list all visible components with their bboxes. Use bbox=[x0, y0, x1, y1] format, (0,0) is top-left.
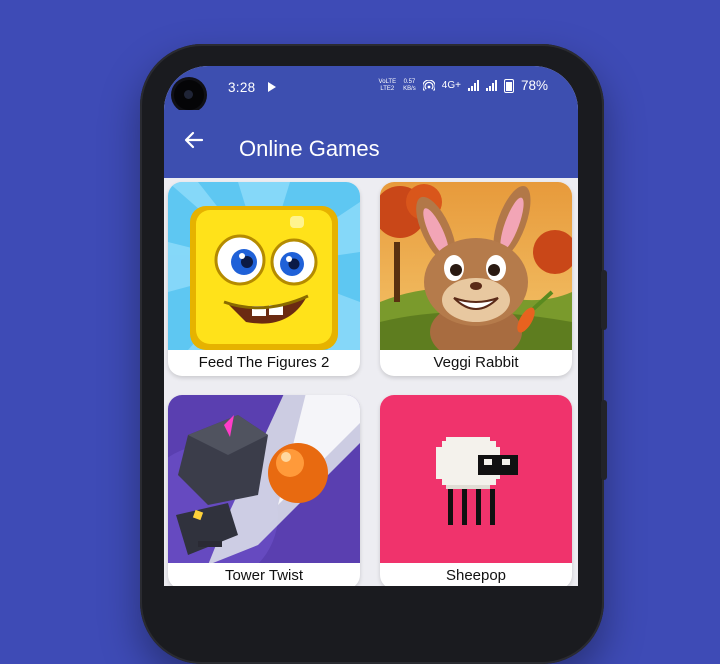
phone-power-button bbox=[601, 400, 607, 480]
veggi-rabbit-thumbnail bbox=[380, 182, 572, 350]
status-time: 3:28 bbox=[228, 80, 256, 95]
battery-icon bbox=[503, 78, 514, 93]
page-title: Online Games bbox=[239, 136, 380, 161]
volte-line2: LTE2 bbox=[380, 85, 395, 92]
volte-line1: VoLTE bbox=[378, 78, 397, 85]
network-type: 4G+ bbox=[441, 80, 461, 91]
game-card-tower-twist[interactable]: Tower Twist bbox=[168, 395, 360, 586]
front-camera bbox=[174, 80, 204, 110]
battery-percent: 78% bbox=[520, 78, 548, 93]
signal-icon-2 bbox=[485, 80, 497, 91]
game-title: Veggi Rabbit bbox=[433, 354, 519, 371]
game-card-sheepop[interactable]: Sheepop bbox=[380, 395, 572, 586]
tower-twist-thumbnail bbox=[168, 395, 360, 563]
app-bar: Online Games bbox=[164, 110, 578, 178]
games-grid: Feed The Figures 2 Veggi Rabbit Tower Tw… bbox=[164, 178, 578, 586]
game-card-feed-the-figures-2[interactable]: Feed The Figures 2 bbox=[168, 182, 360, 376]
speed-unit: KB/s bbox=[403, 85, 416, 92]
volte-indicator: VoLTE LTE2 bbox=[379, 79, 397, 93]
hotspot-icon bbox=[422, 79, 435, 91]
feed-the-figures-thumbnail bbox=[168, 182, 360, 350]
status-bar: 3:28 VoLTE LTE2 0.57 KB/s 4G+ 78% bbox=[164, 66, 578, 110]
game-title: Feed The Figures 2 bbox=[198, 354, 330, 371]
signal-icon bbox=[467, 80, 479, 91]
status-icons: VoLTE LTE2 0.57 KB/s 4G+ 78% bbox=[379, 78, 548, 93]
phone-screen: 3:28 VoLTE LTE2 0.57 KB/s 4G+ 78% Online… bbox=[164, 66, 578, 586]
back-arrow-icon[interactable] bbox=[182, 128, 206, 152]
sheepop-thumbnail bbox=[380, 395, 572, 563]
play-store-icon bbox=[268, 82, 276, 92]
game-card-veggi-rabbit[interactable]: Veggi Rabbit bbox=[380, 182, 572, 376]
network-speed: 0.57 KB/s bbox=[403, 79, 416, 93]
speed-value: 0.57 bbox=[403, 78, 416, 85]
phone-volume-button bbox=[601, 270, 607, 330]
